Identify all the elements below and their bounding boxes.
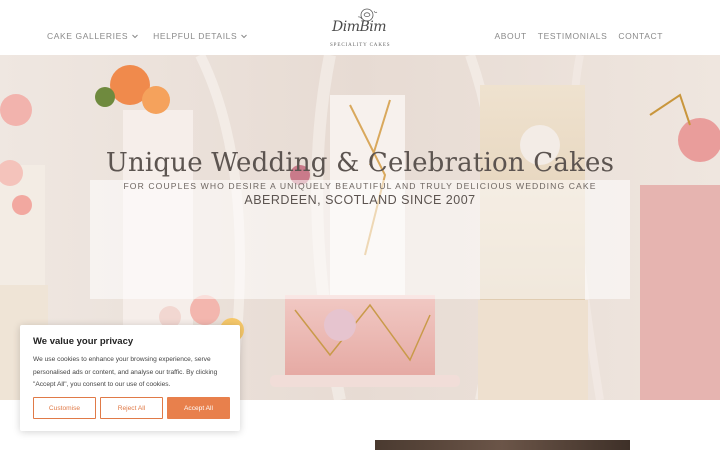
nav-testimonials[interactable]: TESTIMONIALS <box>538 31 608 41</box>
chevron-down-icon <box>240 32 248 40</box>
site-logo[interactable]: DimBim SPECIALITY CAKES <box>328 5 394 51</box>
hero-subtitle: FOR COUPLES WHO DESIRE A UNIQUELY BEAUTI… <box>123 181 597 191</box>
nav-right: ABOUT TESTIMONIALS CONTACT <box>495 31 663 41</box>
cookie-consent-banner: We value your privacy We use cookies to … <box>20 325 240 431</box>
hero-location: ABERDEEN, SCOTLAND SINCE 2007 <box>244 193 476 207</box>
accept-all-button[interactable]: Accept All <box>167 397 230 419</box>
cookie-title: We value your privacy <box>33 336 134 347</box>
cookie-text: We use cookies to enhance your browsing … <box>33 356 218 388</box>
nav-helpful-details-label: HELPFUL DETAILS <box>153 31 238 41</box>
content-image <box>375 440 630 450</box>
customise-button[interactable]: Customise <box>33 397 96 419</box>
nav-cake-galleries-label: CAKE GALLERIES <box>47 31 129 41</box>
nav-about[interactable]: ABOUT <box>495 31 527 41</box>
site-header: CAKE GALLERIES HELPFUL DETAILS DimBim SP… <box>0 0 720 55</box>
cookie-buttons: Customise Reject All Accept All <box>33 397 230 419</box>
hero-title: Unique Wedding & Celebration Cakes <box>105 148 615 178</box>
chevron-down-icon <box>131 32 139 40</box>
logo-script-text: DimBim <box>332 19 387 35</box>
nav-cake-galleries[interactable]: CAKE GALLERIES <box>47 31 139 41</box>
nav-helpful-details[interactable]: HELPFUL DETAILS <box>153 31 248 41</box>
nav-contact[interactable]: CONTACT <box>618 31 663 41</box>
nav-left: CAKE GALLERIES HELPFUL DETAILS <box>47 31 248 41</box>
logo-subtitle: SPECIALITY CAKES <box>330 43 391 48</box>
reject-all-button[interactable]: Reject All <box>100 397 163 419</box>
